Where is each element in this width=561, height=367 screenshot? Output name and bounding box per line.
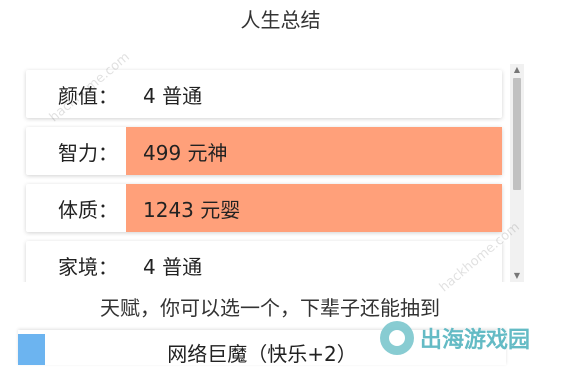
summary-list[interactable]: 颜值： 4 普通 智力： 499 元神 体质： 1243 元婴 家境： 4 普通 [18,64,524,282]
brand-name: 出海游戏园 [420,328,531,353]
scroll-down-icon[interactable]: ▼ [510,270,524,282]
talent-hint: 天赋，你可以选一个，下辈子还能抽到 [100,296,440,320]
page-title: 人生总结 [240,8,321,32]
row-label: 智力： [58,140,118,165]
summary-row-family: 家境： 4 普通 [26,241,502,282]
row-value: 499 元神 [126,127,502,175]
summary-scrollbar[interactable]: ▲ ▼ [510,64,524,282]
summary-row-constitution: 体质： 1243 元婴 [26,184,502,232]
brand-watermark: 出海游戏园 [380,318,530,358]
brand-logo-icon [380,321,414,355]
summary-row-intelligence: 智力： 499 元神 [26,127,502,175]
row-value: 4 普通 [143,83,203,108]
row-label: 体质： [58,197,118,222]
scrollbar-thumb[interactable] [513,78,521,190]
row-value: 1243 元婴 [126,184,502,232]
scroll-up-icon[interactable]: ▲ [510,64,524,76]
row-label: 家境： [58,254,118,279]
